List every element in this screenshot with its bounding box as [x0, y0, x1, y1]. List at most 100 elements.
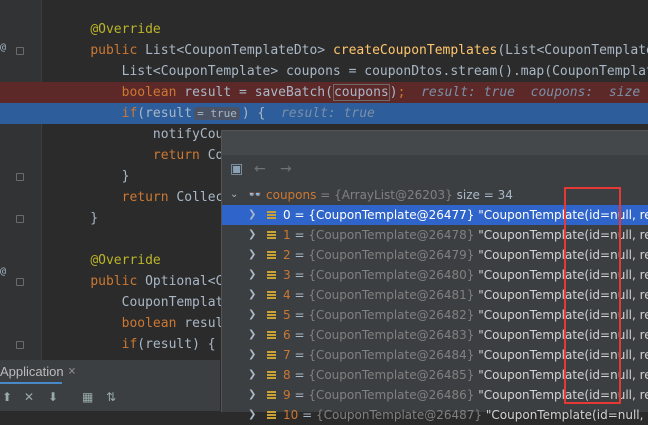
item-index: 8 [283, 368, 291, 382]
code-token: coupons [332, 84, 390, 101]
field-icon [267, 311, 276, 320]
item-ref: {CouponTemplate@26482} [308, 308, 475, 322]
item-index: 10 [283, 408, 299, 422]
popup-toolbar: ▣ ← → [222, 155, 648, 185]
code-token: List<CouponTemplate> coupons = couponDto… [59, 64, 648, 79]
code-line-text: @Override [59, 250, 161, 271]
code-token: notifyCoupon [59, 127, 247, 142]
code-line[interactable]: if(result = true) { result: true [0, 103, 648, 124]
expand-icon[interactable]: ❯ [248, 265, 256, 285]
field-icon [267, 351, 276, 360]
root-type: = {ArrayList@26203} [320, 188, 453, 202]
code-token: @Override [90, 253, 161, 268]
expand-icon[interactable]: ❯ [248, 245, 256, 265]
item-value: "CouponTemplate(id=null, refId [485, 408, 648, 422]
field-icon [267, 331, 276, 340]
item-ref: {CouponTemplate@26483} [308, 328, 475, 342]
code-line-text: return Coupo [59, 145, 247, 166]
code-line[interactable]: @Override [0, 19, 648, 40]
expand-icon[interactable]: ❯ [248, 205, 256, 225]
field-icon [267, 371, 276, 380]
code-line-text: @Override [59, 19, 160, 40]
code-token: result = saveBatch( [184, 85, 333, 100]
collapse-icon[interactable]: ⌄ [230, 185, 238, 205]
code-line-text: } [59, 208, 98, 229]
code-line[interactable]: List<CouponTemplate> coupons = couponDto… [0, 61, 648, 82]
tab-selected-indicator [0, 382, 62, 384]
navigate-icon[interactable]: ▣ [230, 161, 243, 177]
code-token: if [121, 106, 138, 121]
code-token: (result) { [137, 337, 216, 352]
code-line-text: List<CouponTemplate> coupons = couponDto… [59, 61, 648, 82]
back-icon[interactable]: ← [254, 161, 266, 177]
item-index: 4 [283, 288, 291, 302]
popup-header[interactable] [222, 131, 648, 155]
code-token: List<CouponTemplateDto> [145, 43, 333, 58]
layout-icon[interactable]: ▦ [82, 390, 93, 404]
code-line-text: boolean result = [59, 313, 247, 334]
annotation-highlight-box [564, 187, 621, 404]
code-line-text: boolean result = saveBatch(coupons); res… [59, 82, 648, 103]
code-line-text: notifyCoupon [59, 124, 247, 145]
item-ref: {CouponTemplate@26485} [308, 368, 475, 382]
scroll-up-icon[interactable]: ⬆ [2, 390, 12, 404]
item-ref: {CouponTemplate@26481} [308, 288, 475, 302]
expand-icon[interactable]: ❯ [248, 305, 256, 325]
code-line-text: return Collectio [59, 187, 247, 208]
code-token: ) { [241, 106, 281, 121]
code-token: boolean [121, 85, 185, 100]
item-ref: {CouponTemplate@26484} [308, 348, 475, 362]
item-ref: {CouponTemplate@26478} [308, 228, 475, 242]
code-token: createCouponTemplates [332, 43, 498, 58]
code-token: = true [194, 107, 240, 120]
item-index: 0 [283, 208, 291, 222]
code-token: result: true coupons: size = 3 [405, 85, 648, 100]
code-token: (result [137, 106, 193, 121]
code-token: public [90, 43, 146, 58]
expand-icon[interactable]: ❯ [248, 325, 256, 345]
root-size: size = 34 [456, 188, 513, 202]
root-name: coupons [266, 188, 317, 202]
code-token: public [90, 274, 146, 289]
item-index: 5 [283, 308, 291, 322]
tab-application[interactable]: Application [0, 364, 64, 379]
expand-icon[interactable]: ❯ [248, 225, 256, 245]
field-icon [267, 251, 276, 260]
code-line[interactable]: boolean result = saveBatch(coupons); res… [0, 82, 648, 103]
code-line-text: } [59, 166, 130, 187]
code-line-text: if(result) { [59, 334, 216, 355]
expand-icon[interactable]: ❯ [248, 365, 256, 385]
expand-icon[interactable]: ❯ [248, 345, 256, 365]
code-token: return [121, 190, 177, 205]
expand-icon[interactable]: ❯ [248, 385, 256, 405]
clear-icon[interactable]: ✕ [24, 390, 34, 404]
field-icon [267, 391, 276, 400]
code-token: CouponTemplate c [59, 295, 247, 310]
forward-icon[interactable]: → [280, 161, 292, 177]
item-index: 1 [283, 228, 291, 242]
tool-window-bar: Application × ⬆ ✕ ⬇ ▦ ⇅ [0, 360, 220, 411]
item-ref: {CouponTemplate@26477} [308, 208, 475, 222]
item-ref: {CouponTemplate@26480} [308, 268, 475, 282]
code-token: result: true [280, 106, 375, 121]
sort-icon[interactable]: ⇅ [106, 390, 116, 404]
expand-icon[interactable]: ❯ [248, 285, 256, 305]
code-token: } [59, 169, 130, 184]
code-line-text: if(result = true) { result: true [59, 103, 375, 124]
close-icon[interactable]: × [68, 364, 76, 379]
code-line[interactable]: public List<CouponTemplateDto> createCou… [0, 40, 648, 61]
item-ref: {CouponTemplate@26486} [308, 388, 475, 402]
tree-item-coupon[interactable]: ❯ 10 = {CouponTemplate@26487} "CouponTemp… [222, 405, 648, 425]
expand-icon[interactable]: ❯ [248, 405, 256, 425]
scroll-down-icon[interactable]: ⬇ [48, 390, 58, 404]
item-index: 2 [283, 248, 291, 262]
